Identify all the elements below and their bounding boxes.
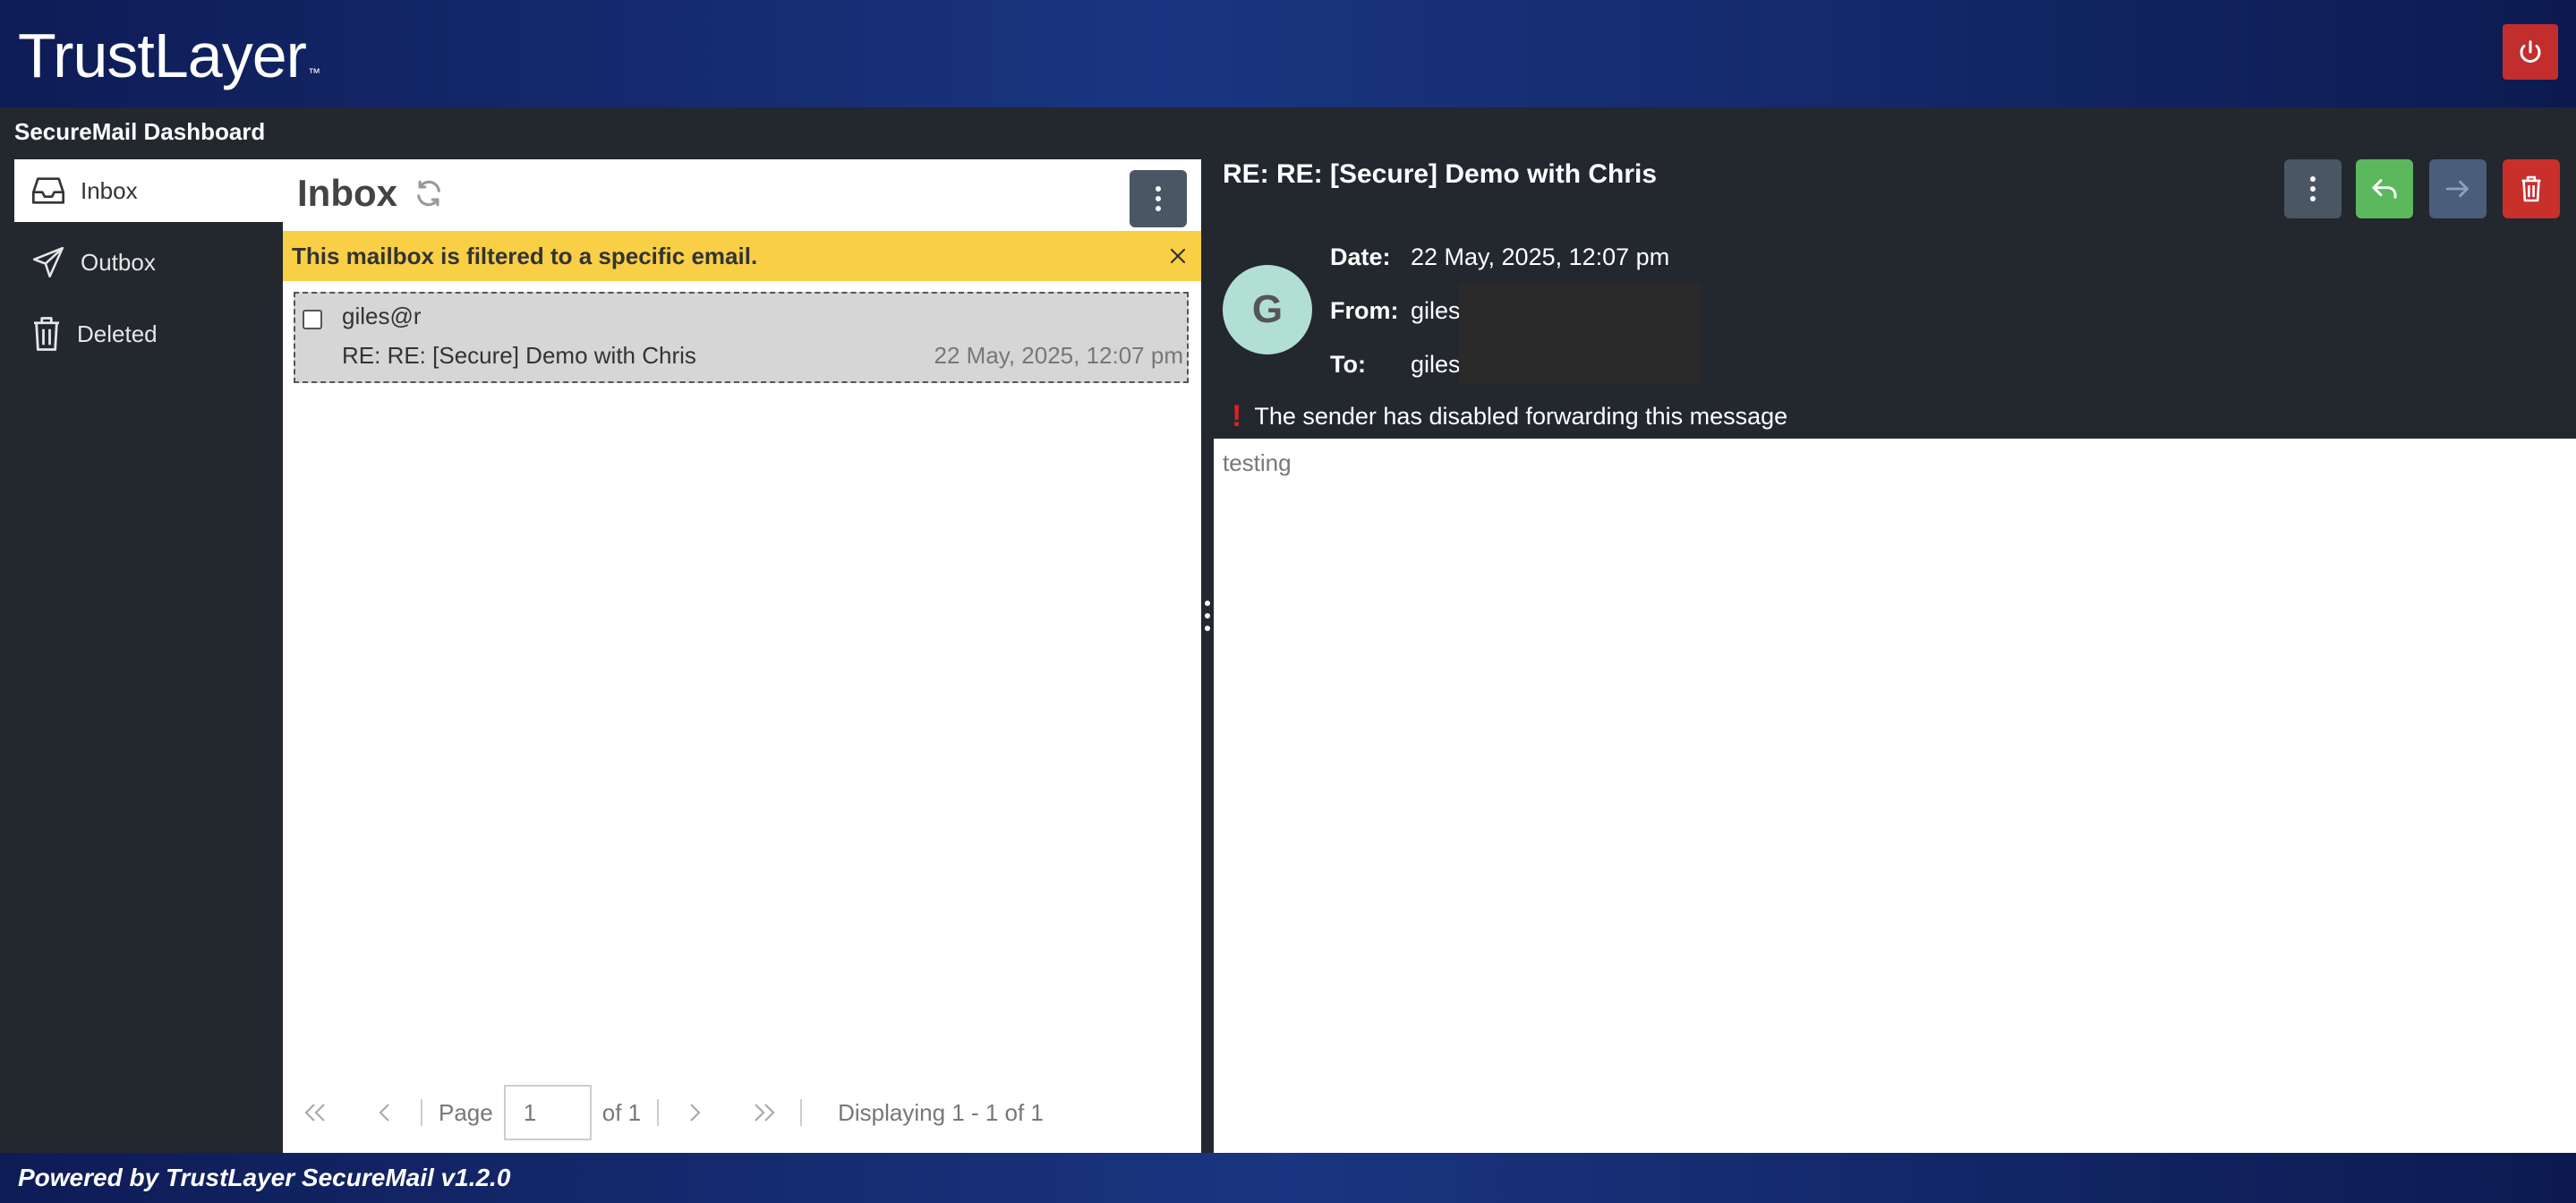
page-number-input[interactable]: 1	[503, 1085, 592, 1140]
power-icon	[2520, 40, 2541, 64]
reply-button[interactable]	[2356, 159, 2413, 218]
redacted-address	[1459, 283, 1701, 385]
sender-avatar: G	[1223, 265, 1312, 354]
paper-plane-icon	[32, 246, 64, 278]
sidebar-item-label: Deleted	[77, 320, 158, 347]
message-subject: RE: RE: [Secure] Demo with Chris	[342, 342, 696, 369]
previous-page-button[interactable]	[365, 1093, 405, 1132]
app-footer: Powered by TrustLayer SecureMail v1.2.0	[0, 1153, 2576, 1203]
page-count: of 1	[601, 1098, 642, 1126]
first-page-button[interactable]	[295, 1093, 335, 1132]
warning-text: The sender has disabled forwarding this …	[1254, 403, 1788, 430]
arrow-right-icon	[2445, 180, 2469, 198]
message-body: testing	[1214, 439, 2576, 1153]
logout-button[interactable]	[2503, 24, 2558, 80]
delete-message-button[interactable]	[2503, 159, 2560, 218]
next-page-button[interactable]	[675, 1093, 714, 1132]
to-label: To:	[1330, 351, 1366, 378]
message-list-pane: Inbox This mailbox is filtered to a spec…	[283, 159, 1201, 1153]
drag-handle-icon	[1205, 601, 1210, 631]
message-title: RE: RE: [Secure] Demo with Chris	[1223, 159, 1658, 189]
list-options-button[interactable]	[1130, 170, 1187, 227]
sidebar-item-outbox[interactable]: Outbox	[14, 231, 283, 294]
date-label: Date:	[1330, 243, 1391, 270]
display-count: Displaying 1 - 1 of 1	[838, 1098, 1044, 1126]
chevron-right-icon	[690, 1104, 701, 1122]
from-label: From:	[1330, 297, 1399, 324]
sidebar-item-deleted[interactable]: Deleted	[14, 303, 283, 365]
trustlayer-logo: TrustLayer ™	[18, 21, 320, 90]
message-checkbox[interactable]	[303, 310, 322, 329]
sidebar: Inbox Outbox Deleted	[14, 159, 283, 374]
message-header: RE: RE: [Secure] Demo with Chris G Date:…	[1214, 159, 2576, 439]
message-sender: giles@r	[342, 303, 422, 329]
forward-button[interactable]	[2429, 159, 2486, 218]
message-body-text: testing	[1223, 449, 1292, 476]
footer-text: Powered by TrustLayer SecureMail v1.2.0	[18, 1164, 511, 1191]
pagination-bar: Page 1 of 1 Displaying 1 - 1 of 1	[283, 1072, 1201, 1153]
sidebar-item-label: Outbox	[81, 248, 156, 276]
double-chevron-right-icon	[755, 1104, 775, 1122]
message-row[interactable]: giles@r RE: RE: [Secure] Demo with Chris…	[294, 292, 1189, 383]
exclamation-icon: !	[1232, 399, 1242, 433]
to-value: giles	[1411, 351, 1461, 378]
list-title: Inbox	[297, 172, 444, 215]
close-icon	[1170, 248, 1186, 264]
message-date: 22 May, 2025, 12:07 pm	[934, 342, 1183, 369]
pager-separator	[421, 1099, 422, 1126]
pager-separator	[800, 1099, 803, 1126]
page-label: Page	[439, 1098, 493, 1126]
kebab-menu-icon	[2310, 176, 2316, 201]
dashboard-title: SecureMail Dashboard	[14, 118, 266, 145]
filter-banner: This mailbox is filtered to a specific e…	[283, 231, 1201, 281]
inbox-icon	[32, 177, 64, 204]
message-options-button[interactable]	[2284, 159, 2341, 218]
kebab-menu-icon	[1156, 186, 1161, 211]
last-page-button[interactable]	[745, 1093, 784, 1132]
trash-icon	[2521, 175, 2541, 202]
reply-icon	[2372, 179, 2397, 199]
from-value: giles	[1411, 297, 1461, 324]
sidebar-item-label: Inbox	[81, 176, 138, 204]
date-value: 22 May, 2025, 12:07 pm	[1411, 243, 1670, 270]
chevron-left-icon	[379, 1104, 389, 1122]
pane-resize-handle[interactable]	[1201, 159, 1214, 1072]
refresh-icon[interactable]	[414, 178, 444, 209]
forwarding-warning: ! The sender has disabled forwarding thi…	[1232, 399, 1787, 434]
trash-icon	[34, 317, 59, 351]
app-header: TrustLayer ™	[0, 0, 2576, 107]
double-chevron-left-icon	[304, 1104, 325, 1122]
pager-separator	[657, 1099, 660, 1126]
close-filter-button[interactable]	[1164, 242, 1192, 270]
filter-banner-text: This mailbox is filtered to a specific e…	[292, 242, 758, 269]
sidebar-item-inbox[interactable]: Inbox	[14, 159, 283, 222]
